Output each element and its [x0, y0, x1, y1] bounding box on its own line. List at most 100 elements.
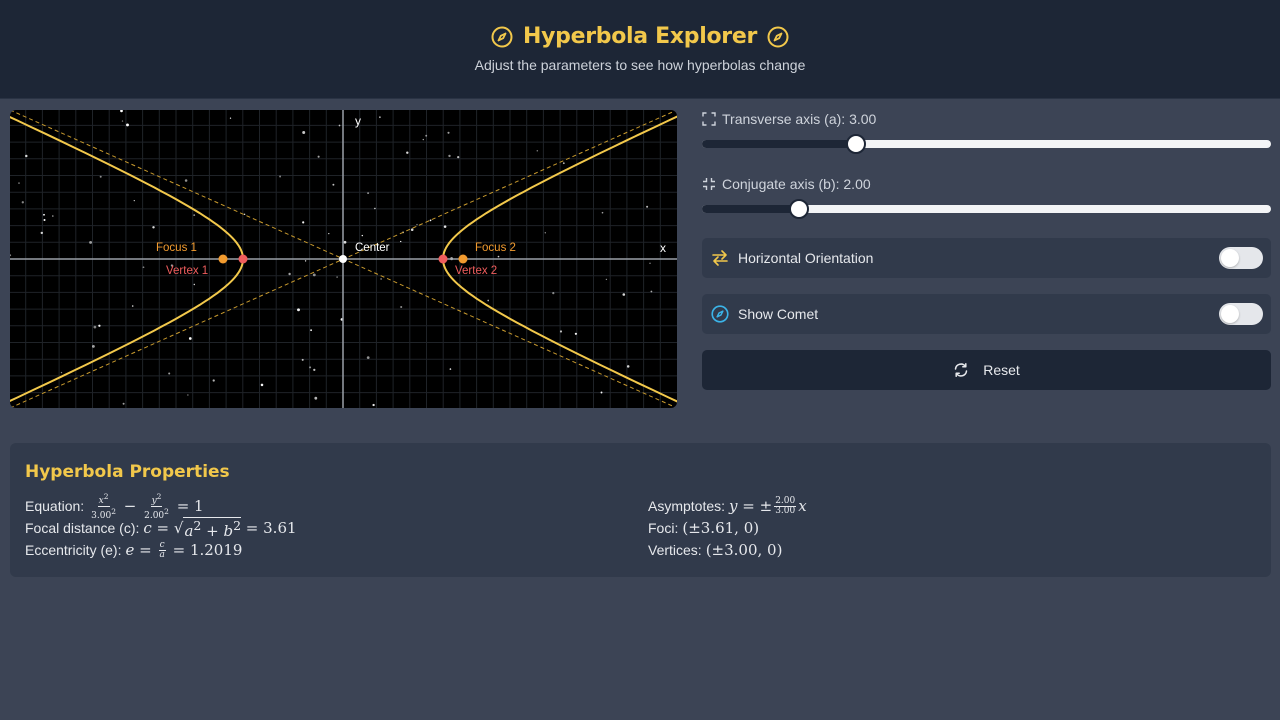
star: [332, 183, 335, 186]
star: [343, 240, 347, 244]
conjugate-axis-slider[interactable]: [702, 199, 1271, 219]
focus-1-point: [218, 254, 228, 264]
slider-fill: [702, 205, 799, 213]
expand-icon: [702, 112, 716, 126]
star: [447, 131, 450, 134]
star: [168, 372, 171, 375]
slider-thumb[interactable]: [845, 134, 866, 154]
foci-row: Foci: (±3.61, 0): [648, 517, 807, 539]
star: [121, 120, 124, 122]
star: [400, 240, 402, 243]
vertex-2-point: [438, 254, 448, 264]
star: [544, 232, 546, 234]
star: [448, 154, 451, 158]
star: [131, 305, 134, 307]
reset-button[interactable]: Reset: [702, 350, 1271, 390]
refresh-icon: [953, 362, 969, 378]
properties-left-column: Equation: x2 3.002 − y2 2.002 = 1 Focal di…: [25, 492, 297, 561]
star: [574, 332, 578, 335]
vertex-2-label: Vertex 2: [455, 265, 497, 277]
conjugate-axis-control: Conjugate axis (b): 2.00: [702, 175, 1271, 219]
star: [302, 221, 305, 224]
star: [317, 155, 320, 158]
starfield: [10, 110, 653, 407]
star: [188, 337, 192, 340]
star: [336, 276, 338, 278]
focal-distance-formula: c = √ a2 + b2 = 3.61: [143, 516, 297, 540]
star: [379, 116, 381, 119]
center-label: Center: [355, 242, 390, 254]
star: [416, 223, 418, 226]
star: [429, 219, 432, 222]
star: [304, 260, 307, 262]
focus-2-label: Focus 2: [475, 242, 516, 254]
focal-distance-label: Focal distance (c):: [25, 520, 140, 536]
star: [309, 366, 312, 369]
transverse-axis-control: Transverse axis (a): 3.00: [702, 110, 1271, 154]
star: [425, 134, 428, 137]
orientation-switch[interactable]: [1219, 247, 1263, 269]
eccentricity-value: 1.2019: [189, 541, 243, 559]
star: [212, 379, 215, 382]
star: [562, 162, 565, 165]
star: [193, 214, 196, 216]
star: [229, 117, 232, 119]
star: [260, 383, 264, 387]
star: [43, 213, 45, 216]
star: [99, 175, 102, 178]
conjugate-axis-label: Conjugate axis (b): 2.00: [722, 176, 871, 192]
switch-knob: [1221, 249, 1239, 267]
star: [422, 138, 424, 141]
hyperbola-canvas[interactable]: x y Focus 1 Focus 2 Vertex 1 Vertex 2 Ce…: [10, 110, 677, 408]
vertices-value: (±3.00, 0): [705, 541, 783, 559]
properties-right-column: Asymptotes: y = ±2.00 3.00 x Foci: (±3.61,…: [648, 495, 807, 561]
asymptotes-label: Asymptotes:: [648, 498, 726, 514]
star: [120, 110, 123, 113]
star: [650, 290, 653, 293]
star: [457, 156, 460, 159]
star: [487, 299, 490, 302]
comet-switch[interactable]: [1219, 303, 1263, 325]
compass-icon: [491, 26, 513, 48]
star: [184, 179, 188, 182]
properties-panel: Hyperbola Properties Equation: x2 3.002 −…: [10, 443, 1271, 577]
star: [410, 228, 414, 231]
app-header: Hyperbola Explorer Adjust the parameters…: [0, 0, 1280, 99]
star: [552, 292, 555, 295]
star: [400, 305, 403, 309]
vertex-1-label: Vertex 1: [166, 265, 208, 277]
star: [366, 356, 370, 359]
star: [89, 240, 93, 244]
y-axis-label: y: [355, 114, 361, 128]
focal-distance-value: 3.61: [263, 519, 297, 537]
star: [40, 231, 44, 235]
asymptote-denominator: 3.00: [775, 505, 796, 516]
comet-toggle-row[interactable]: Show Comet: [702, 294, 1271, 334]
focal-distance-row: Focal distance (c): c = √ a2 + b2 = 3.61: [25, 516, 297, 540]
equation-a-value: 3.00: [91, 510, 112, 521]
asymptotes-formula: y = ±2.00 3.00 x: [729, 495, 807, 516]
vertices-label: Vertices:: [648, 542, 702, 558]
star: [559, 330, 563, 333]
page-subtitle: Adjust the parameters to see how hyperbo…: [474, 57, 806, 73]
conjugate-axis-label-row: Conjugate axis (b): 2.00: [702, 175, 1271, 193]
equation-label: Equation:: [25, 498, 85, 514]
star: [18, 182, 20, 184]
slider-thumb[interactable]: [788, 199, 809, 219]
orientation-toggle-row[interactable]: Horizontal Orientation: [702, 238, 1271, 278]
eccentricity-row: Eccentricity (e): e = ca = 1.2019: [25, 539, 297, 561]
star: [310, 329, 312, 332]
transverse-axis-label: Transverse axis (a): 3.00: [722, 111, 877, 127]
compass-icon: [711, 305, 729, 323]
star: [374, 207, 376, 210]
star: [122, 402, 125, 405]
star: [605, 278, 608, 281]
transverse-axis-slider[interactable]: [702, 134, 1271, 154]
star: [600, 391, 603, 394]
vertices-row: Vertices: (±3.00, 0): [648, 539, 807, 561]
star: [449, 368, 452, 370]
star: [372, 403, 375, 407]
comet-label: Show Comet: [738, 306, 819, 322]
x-axis-label: x: [660, 241, 666, 255]
star: [133, 199, 135, 202]
